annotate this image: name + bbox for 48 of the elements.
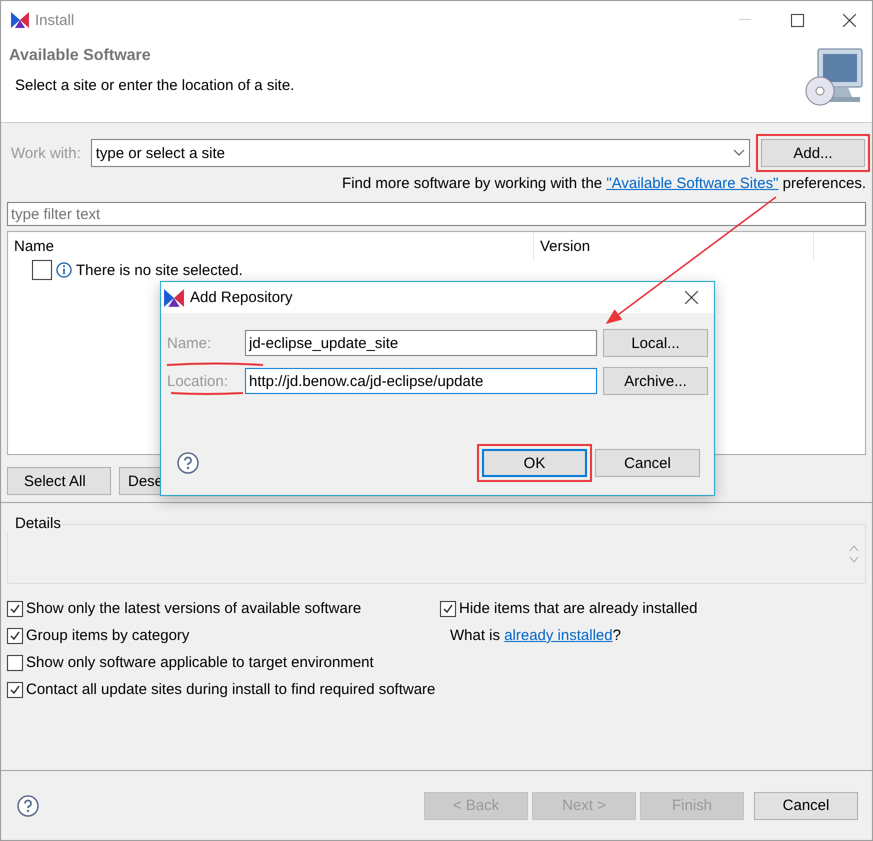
checkbox-label: Contact all update sites during install to find required software: [26, 681, 436, 698]
checkbox[interactable]: [7, 600, 23, 616]
add-button[interactable]: Add...: [761, 139, 865, 167]
browse-button[interactable]: Archive...: [603, 367, 708, 395]
available-software-sites-link[interactable]: "Available Software Sites": [606, 175, 778, 192]
selection-button[interactable]: Select All: [7, 467, 111, 495]
checkbox[interactable]: [7, 682, 23, 698]
checkbox[interactable]: [7, 628, 23, 644]
checkbox-label: Show only the latest versions of available software: [26, 600, 362, 617]
checkbox[interactable]: [32, 260, 52, 280]
checkbox[interactable]: [440, 600, 456, 616]
installed-text: ?: [612, 627, 621, 644]
work-with-label: Work with:: [10, 144, 82, 162]
site-combo-box[interactable]: type or select a site: [90, 139, 750, 167]
browse-button[interactable]: Local...: [603, 329, 708, 357]
text-field[interactable]: http://jd.benow.ca/jd-eclipse/update: [245, 368, 597, 394]
check-icon: [9, 684, 21, 696]
check-icon: [9, 602, 21, 614]
page-title: Available Software: [9, 47, 152, 65]
details-title: Details: [7, 515, 61, 532]
already-installed-link[interactable]: already installed: [504, 627, 613, 644]
app-logo-icon: [164, 288, 184, 308]
app-logo-icon: [11, 11, 29, 29]
dialog-button[interactable]: OK: [482, 449, 587, 477]
checkbox-label: Show only software applicable to target environment: [26, 654, 374, 671]
checkbox-label: Hide items that are already installed: [459, 600, 698, 617]
checkbox[interactable]: [7, 654, 23, 670]
installed-text: What is: [450, 627, 502, 644]
info-icon: [56, 262, 72, 278]
more-software-text: Find more software by working with the: [342, 175, 604, 192]
field-label: Location:: [167, 372, 229, 390]
help-icon[interactable]: [17, 794, 39, 816]
wizard-button[interactable]: Cancel: [754, 792, 858, 820]
scroll-arrows-icon: [849, 544, 859, 564]
dialog-title: Add Repository: [190, 289, 294, 306]
check-icon: [9, 630, 21, 642]
filter-field[interactable]: type filter text: [7, 202, 866, 226]
checkbox-label: Group items by category: [26, 627, 190, 644]
check-icon: [442, 602, 454, 614]
dialog-button[interactable]: Cancel: [595, 449, 700, 477]
column-header[interactable]: Version: [534, 232, 814, 260]
window-title: Install: [35, 12, 76, 28]
field-label: Name:: [167, 334, 212, 352]
table-cell: There is no site selected.: [76, 262, 243, 278]
text-field[interactable]: jd-eclipse_update_site: [245, 330, 597, 356]
help-icon[interactable]: [177, 452, 199, 474]
more-software-text: preferences.: [782, 175, 866, 192]
page-description: Select a site or enter the location of a site.: [14, 77, 296, 94]
